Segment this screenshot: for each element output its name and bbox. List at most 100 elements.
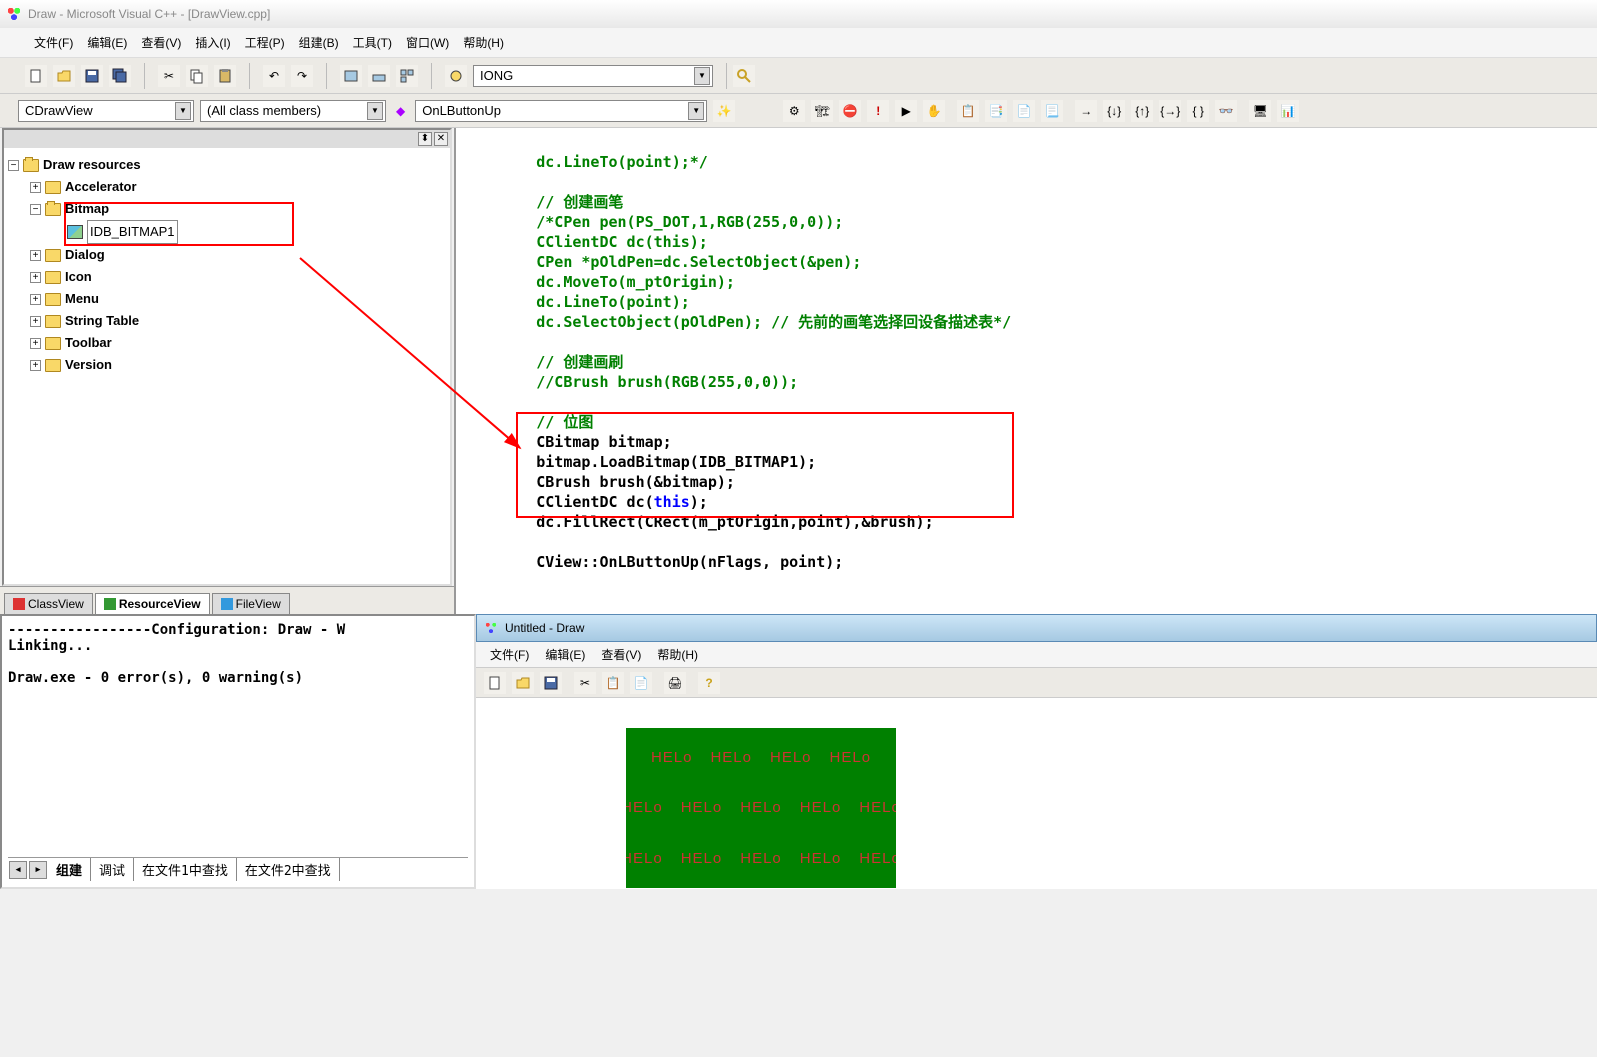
tree-item-bitmap[interactable]: Bitmap	[65, 198, 109, 220]
redo-button[interactable]: ↷	[291, 65, 313, 87]
save-all-button[interactable]	[109, 65, 131, 87]
tab-resourceview[interactable]: ResourceView	[95, 593, 210, 614]
menu-file[interactable]: 文件(F)	[28, 31, 79, 54]
tree-item[interactable]: Version	[65, 354, 112, 376]
tree-item[interactable]: Accelerator	[65, 176, 137, 198]
chevron-down-icon[interactable]: ▼	[367, 102, 383, 120]
prev-button[interactable]: ◂	[9, 861, 27, 879]
save-button[interactable]	[540, 672, 562, 694]
execute-button[interactable]: !	[867, 100, 889, 122]
tab-build[interactable]: 组建	[48, 858, 91, 881]
resource-tree[interactable]: ⬍ ✕ − Draw resources + Accelerator − Bitmap…	[2, 128, 452, 586]
tb-icon[interactable]: 📄	[1013, 100, 1035, 122]
copy-button[interactable]	[186, 65, 208, 87]
class-combo[interactable]: CDrawView ▼	[18, 100, 194, 122]
menu-window[interactable]: 窗口(W)	[400, 31, 455, 54]
menu-edit[interactable]: 编辑(E)	[81, 31, 133, 54]
tree-item[interactable]: Icon	[65, 266, 92, 288]
search-button[interactable]	[733, 65, 755, 87]
output-pane[interactable]: -----------------Configuration: Draw - W…	[0, 614, 476, 889]
find-in-files-button[interactable]	[445, 65, 467, 87]
compile-button[interactable]: ⚙	[783, 100, 805, 122]
menu-tools[interactable]: 工具(T)	[347, 31, 398, 54]
step-over-button[interactable]: {↓}	[1103, 100, 1125, 122]
chevron-down-icon[interactable]: ▼	[688, 102, 704, 120]
tab-find1[interactable]: 在文件1中查找	[134, 858, 237, 881]
go-button[interactable]: ▶	[895, 100, 917, 122]
open-button[interactable]	[53, 65, 75, 87]
tb-icon[interactable]: 📑	[985, 100, 1007, 122]
menu-view[interactable]: 查看(V)	[135, 31, 187, 54]
function-combo[interactable]: OnLButtonUp ▼	[415, 100, 707, 122]
tree-item[interactable]: String Table	[65, 310, 139, 332]
paste-button[interactable]	[214, 65, 236, 87]
expand-icon[interactable]: +	[30, 182, 41, 193]
menu-help[interactable]: 帮助(H)	[651, 644, 704, 665]
bitmap-icon	[67, 225, 83, 239]
braces-button[interactable]: { }	[1187, 100, 1209, 122]
cut-button[interactable]: ✂	[158, 65, 180, 87]
paste-button[interactable]: 📄	[630, 672, 652, 694]
workspace-button[interactable]	[340, 65, 362, 87]
breakpoint-button[interactable]: ✋	[923, 100, 945, 122]
expand-icon[interactable]: +	[30, 338, 41, 349]
tb-icon[interactable]: 📃	[1041, 100, 1063, 122]
expand-icon[interactable]: +	[30, 360, 41, 371]
expand-icon[interactable]: +	[30, 250, 41, 261]
find-combo[interactable]: IONG ▼	[473, 65, 713, 87]
tree-item-idb-bitmap1[interactable]: IDB_BITMAP1	[87, 220, 178, 244]
open-button[interactable]	[512, 672, 534, 694]
run-to-cursor-button[interactable]: {→}	[1159, 100, 1181, 122]
tab-find2[interactable]: 在文件2中查找	[237, 858, 340, 881]
menu-build[interactable]: 组建(B)	[293, 31, 345, 54]
tab-debug[interactable]: 调试	[91, 858, 134, 881]
expand-icon[interactable]: +	[30, 294, 41, 305]
next-button[interactable]: ▸	[29, 861, 47, 879]
menu-view[interactable]: 查看(V)	[595, 644, 647, 665]
close-icon[interactable]: ✕	[434, 132, 448, 146]
menu-file[interactable]: 文件(F)	[484, 644, 535, 665]
copy-button[interactable]: 📋	[602, 672, 624, 694]
output-button[interactable]	[368, 65, 390, 87]
new-button[interactable]	[25, 65, 47, 87]
stop-build-button[interactable]: ⛔	[839, 100, 861, 122]
collapse-icon[interactable]: −	[30, 204, 41, 215]
print-button[interactable]: 🖨	[664, 672, 686, 694]
undo-button[interactable]: ↶	[263, 65, 285, 87]
quickwatch-button[interactable]: 👓	[1215, 100, 1237, 122]
child-canvas[interactable]: HELoHELoHELoHELo HELoHELoHELoHELoHELo HE…	[476, 698, 1597, 889]
cut-button[interactable]: ✂	[574, 672, 596, 694]
tb-icon[interactable]: 📊	[1277, 100, 1299, 122]
expand-icon[interactable]: +	[30, 316, 41, 327]
code-editor[interactable]: dc.LineTo(point);*/ // 创建画笔 /*CPen pen(P…	[456, 128, 1597, 614]
tab-classview[interactable]: ClassView	[4, 593, 93, 614]
step-into-button[interactable]: →	[1075, 100, 1097, 122]
build-button[interactable]: 🏗	[811, 100, 833, 122]
menu-project[interactable]: 工程(P)	[239, 31, 291, 54]
tree-root[interactable]: Draw resources	[43, 154, 141, 176]
tree-item[interactable]: Toolbar	[65, 332, 112, 354]
about-button[interactable]: ?	[698, 672, 720, 694]
child-titlebar[interactable]: Untitled - Draw	[476, 614, 1597, 642]
new-button[interactable]	[484, 672, 506, 694]
window-list-button[interactable]	[396, 65, 418, 87]
menu-insert[interactable]: 插入(I)	[189, 31, 236, 54]
menu-help[interactable]: 帮助(H)	[457, 31, 510, 54]
menu-edit[interactable]: 编辑(E)	[539, 644, 591, 665]
pin-icon[interactable]: ⬍	[418, 132, 432, 146]
workspace-tabs: ClassView ResourceView FileView	[0, 586, 454, 614]
step-out-button[interactable]: {↑}	[1131, 100, 1153, 122]
tree-item[interactable]: Menu	[65, 288, 99, 310]
member-combo[interactable]: (All class members) ▼	[200, 100, 386, 122]
chevron-down-icon[interactable]: ▼	[175, 102, 191, 120]
tb-icon[interactable]: 🖥	[1249, 100, 1271, 122]
tab-fileview[interactable]: FileView	[212, 593, 290, 614]
expand-icon[interactable]: +	[30, 272, 41, 283]
tb-icon[interactable]: 📋	[957, 100, 979, 122]
tree-item[interactable]: Dialog	[65, 244, 105, 266]
wand-button[interactable]: ✨	[713, 100, 735, 122]
chevron-down-icon[interactable]: ▼	[694, 67, 710, 85]
titlebar: Draw - Microsoft Visual C++ - [DrawView.…	[0, 0, 1597, 28]
save-button[interactable]	[81, 65, 103, 87]
collapse-icon[interactable]: −	[8, 160, 19, 171]
